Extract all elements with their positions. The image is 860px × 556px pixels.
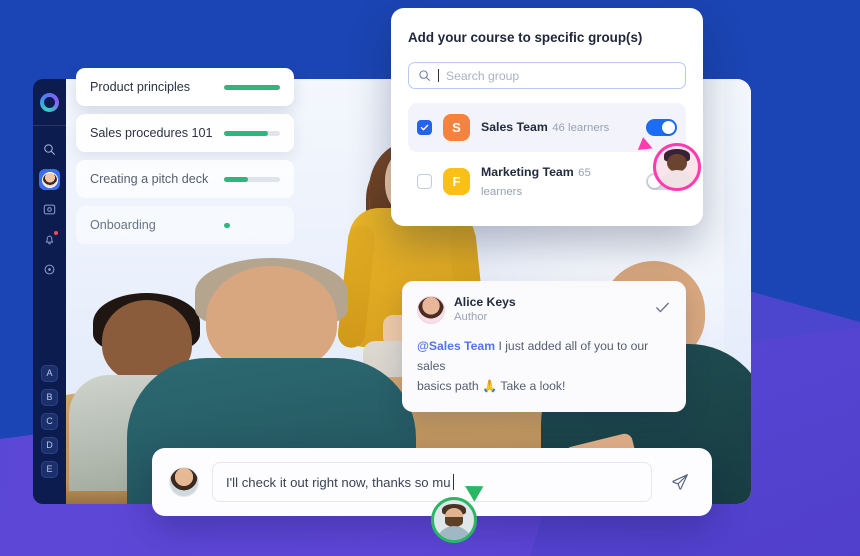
- settings-target-icon[interactable]: [39, 259, 60, 280]
- course-list-item[interactable]: Sales procedures 101: [76, 114, 294, 152]
- search-icon[interactable]: [39, 139, 60, 160]
- pink-collaborator-cursor: [637, 137, 701, 191]
- green-collaborator-cursor: [431, 478, 484, 543]
- send-paper-plane-icon[interactable]: [665, 467, 695, 497]
- course-progress-bar: [224, 130, 268, 136]
- rail-letter-chip-a[interactable]: A: [41, 365, 58, 382]
- group-learner-count: 46 learners: [552, 122, 610, 135]
- group-avatar-initial: S: [452, 120, 461, 135]
- message-input-value: I'll check it out right now, thanks so m…: [226, 474, 451, 490]
- course-progress-list: Product principles Sales procedures 101 …: [76, 68, 294, 252]
- comment-author-role: Author: [454, 311, 488, 324]
- comment-body: @Sales Team I just added all of you to o…: [417, 337, 671, 396]
- check-icon: [420, 124, 429, 131]
- group-meta: Sales Team 46 learners: [481, 118, 635, 137]
- text-caret: [452, 474, 455, 490]
- course-progress-bar: [224, 84, 280, 90]
- course-title: Creating a pitch deck: [90, 172, 209, 186]
- comment-text-line2: basics path 🙏 Take a look!: [417, 378, 566, 393]
- group-row-marketing-team[interactable]: F Marketing Team 65 learners: [408, 152, 686, 212]
- mention-link[interactable]: @Sales Team: [417, 339, 495, 353]
- course-list-item[interactable]: Product principles: [76, 68, 294, 106]
- comment-author-block: Alice Keys Author: [454, 294, 516, 326]
- group-name: Sales Team: [481, 120, 548, 135]
- content-library-icon[interactable]: [39, 199, 60, 220]
- search-placeholder: Search group: [446, 68, 520, 83]
- course-progress-track: [224, 130, 280, 136]
- group-checkbox[interactable]: [417, 120, 432, 135]
- group-meta: Marketing Team 65 learners: [481, 163, 635, 201]
- profile-avatar-icon[interactable]: [39, 169, 60, 190]
- search-icon: [419, 70, 430, 81]
- course-progress-track: [224, 222, 280, 228]
- search-group-field[interactable]: Search group: [408, 62, 686, 89]
- group-avatar: S: [443, 114, 470, 141]
- attendee-b-head: [206, 266, 337, 372]
- group-avatar-initial: F: [452, 174, 461, 190]
- add-course-to-groups-modal: Add your course to specific group(s) Sea…: [391, 8, 703, 226]
- modal-title: Add your course to specific group(s): [408, 30, 643, 45]
- rail-letter-chips: A B C D E: [41, 365, 58, 504]
- group-toggle[interactable]: [646, 119, 677, 136]
- group-name: Marketing Team: [481, 165, 574, 179]
- toggle-knob: [662, 121, 675, 134]
- course-title: Onboarding: [90, 218, 156, 232]
- course-title: Product principles: [90, 80, 191, 94]
- app-logo-wrap[interactable]: [33, 79, 66, 125]
- course-progress-bar: [224, 222, 230, 228]
- notifications-bell-icon[interactable]: [39, 229, 60, 250]
- current-user-avatar: [169, 467, 199, 497]
- comment-author-name: Alice Keys: [454, 295, 516, 309]
- course-list-item[interactable]: Onboarding: [76, 206, 294, 244]
- app-logo: [40, 92, 59, 112]
- collaborator-avatar: [653, 143, 701, 191]
- rail-letter-chip-c[interactable]: C: [41, 413, 58, 430]
- avatar: [41, 171, 58, 188]
- rail-letter-chip-d[interactable]: D: [41, 437, 58, 454]
- message-input[interactable]: I'll check it out right now, thanks so m…: [212, 462, 652, 502]
- rail-letter-chip-b[interactable]: B: [41, 389, 58, 406]
- course-title: Sales procedures 101: [90, 126, 213, 140]
- app-sidebar-rail: A B C D E: [33, 79, 66, 504]
- avatar-body: [658, 170, 696, 188]
- group-checkbox[interactable]: [417, 174, 432, 190]
- notification-badge-dot: [54, 231, 58, 235]
- course-progress-bar: [224, 176, 248, 182]
- check-icon[interactable]: [654, 299, 671, 321]
- avatar-body: [435, 525, 473, 540]
- rail-icon-group: [39, 126, 60, 280]
- rail-letter-chip-e[interactable]: E: [41, 461, 58, 478]
- search-text-caret: [438, 69, 439, 82]
- course-list-item[interactable]: Creating a pitch deck: [76, 160, 294, 198]
- group-avatar: F: [443, 168, 470, 196]
- course-progress-track: [224, 176, 280, 182]
- collaborator-avatar: [431, 497, 477, 543]
- avatar: [417, 296, 445, 325]
- comment-card: Alice Keys Author @Sales Team I just add…: [402, 281, 686, 412]
- screenshot-stage: A B C D E Product principles Sales proce…: [0, 0, 860, 556]
- avatar-face: [666, 153, 688, 173]
- comment-header: Alice Keys Author: [417, 294, 671, 326]
